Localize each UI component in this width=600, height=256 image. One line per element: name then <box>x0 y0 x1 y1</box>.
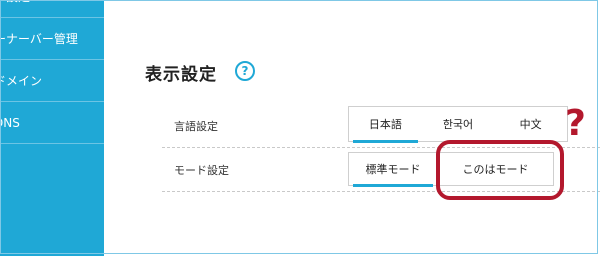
language-segmented-control: 日本語 한국어 中文 <box>348 106 568 143</box>
sidebar-item-server-management[interactable]: ーナーバー管理 <box>0 18 104 60</box>
annotation-highlight-box <box>436 140 564 200</box>
settings-panel: 表示設定 ? 言語設定 日本語 한국어 中文 モード設定 標準モード このはモー… <box>104 0 600 256</box>
page-title: 表示設定 <box>145 65 217 85</box>
language-option-korean[interactable]: 한국어 <box>422 107 495 141</box>
help-icon[interactable]: ? <box>235 61 255 81</box>
sidebar: ア設定 ーナーバー管理 ドメイン DNS <box>0 0 104 256</box>
mode-option-standard[interactable]: 標準モード <box>348 152 438 187</box>
sidebar-item-dns[interactable]: DNS <box>0 102 104 144</box>
language-option-chinese[interactable]: 中文 <box>494 107 567 141</box>
sidebar-item-domain[interactable]: ドメイン <box>0 60 104 102</box>
language-setting-label: 言語設定 <box>174 120 218 133</box>
annotation-question-mark: ? <box>565 103 586 144</box>
mode-setting-label: モード設定 <box>174 164 229 177</box>
sidebar-item-settings[interactable]: ア設定 <box>0 0 104 18</box>
language-option-japanese[interactable]: 日本語 <box>349 107 422 143</box>
